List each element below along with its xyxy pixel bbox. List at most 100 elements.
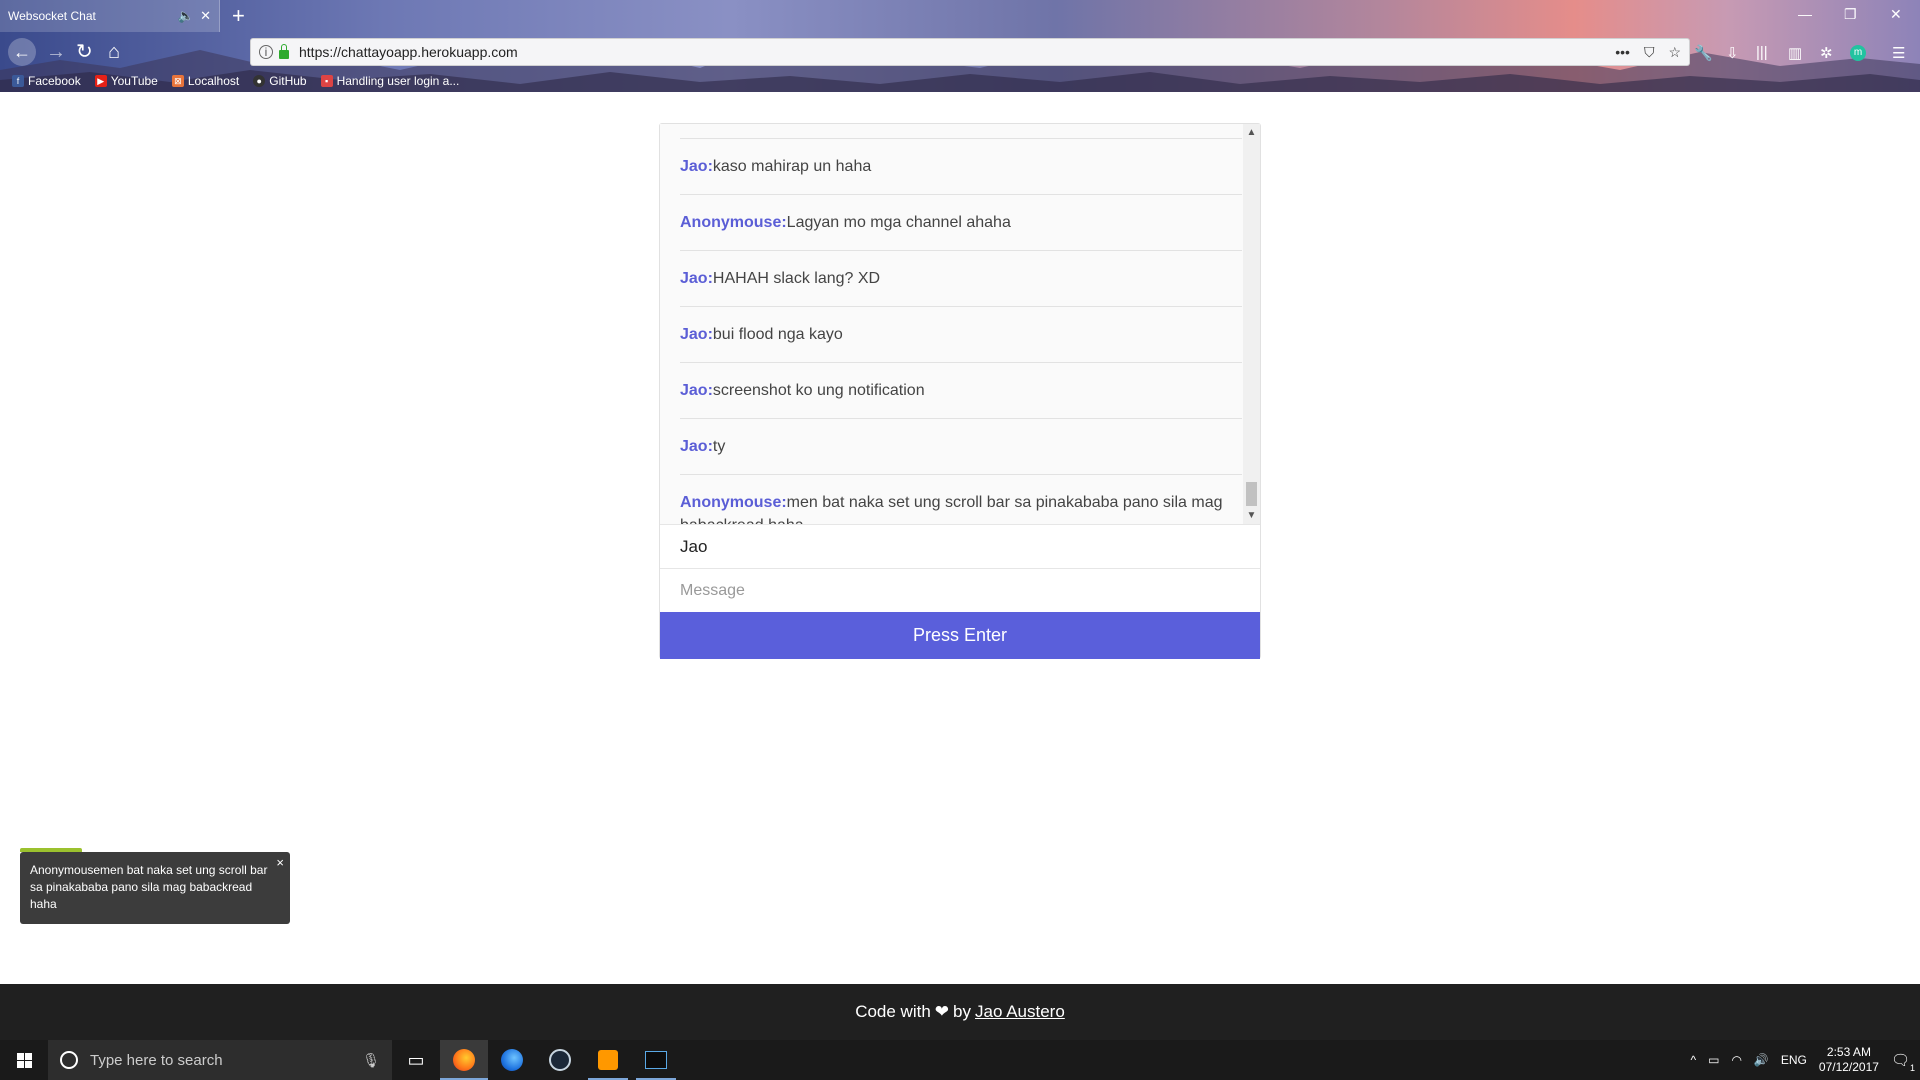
message-input[interactable]: Message [660,568,1260,612]
name-input[interactable]: Jao [660,524,1260,568]
close-window-icon[interactable]: ✕ [1890,6,1902,23]
terminal-taskbar-icon[interactable] [632,1040,680,1080]
taskbar-search[interactable]: Type here to search 🎙 [48,1040,392,1080]
firefox-dev-taskbar-icon[interactable] [488,1040,536,1080]
volume-icon[interactable]: 🔊 [1754,1053,1769,1067]
system-tray: ^ ▭ ◠ 🔊 ENG 2:53 AM 07/12/2017 🗨 1 [1690,1040,1920,1080]
scrollbar-thumb[interactable] [1246,482,1257,506]
localhost-icon: ⊠ [171,75,184,87]
restore-icon[interactable]: ❐ [1844,6,1857,23]
bookmark-facebook[interactable]: f Facebook [12,74,81,88]
notification-text: Anonymousemen bat naka set ung scroll ba… [30,863,268,911]
heart-icon: ❤ [934,1002,950,1021]
message-text: bui flood nga kayo [712,326,843,343]
sublime-taskbar-icon[interactable] [584,1040,632,1080]
message-text: Lagyan mo mga channel ahaha [786,214,1011,231]
message-text: screenshot ko ung notification [712,382,925,399]
send-button[interactable]: Press Enter [660,612,1260,659]
message-item: Anonymouse:Lagyan mo mga channel ahaha [680,194,1242,250]
bookmark-label: YouTube [110,74,158,88]
message-text: HAHAH slack lang? XD [712,270,881,287]
bookmark-label: Facebook [28,74,81,88]
extension-icon[interactable]: ✲ [1820,44,1833,62]
action-center-icon[interactable]: 🗨 1 [1891,1051,1915,1073]
sidebar-icon[interactable]: ▥ [1788,44,1802,62]
clock[interactable]: 2:53 AM 07/12/2017 [1819,1045,1879,1075]
clock-date: 07/12/2017 [1818,1060,1879,1074]
github-icon: ● [253,75,266,87]
close-tab-icon[interactable]: ✕ [200,8,211,24]
account-icon[interactable]: m [1850,45,1866,61]
message-sender: Jao: [680,382,713,399]
bookmark-label: GitHub [269,74,307,88]
bookmark-star-icon[interactable]: ☆ [1668,44,1681,61]
message-text: kaso mahirap un haha [712,158,872,175]
message-sender: Jao: [680,326,713,343]
url-bar[interactable]: i https://chattayoapp.herokuapp.com ••• … [250,38,1690,66]
bookmark-handling-user-login[interactable]: ▪ Handling user login a... [320,74,459,88]
minimize-icon[interactable]: — [1798,6,1812,22]
message-sender: Jao: [680,270,713,287]
library-icon[interactable]: ||| [1756,44,1768,61]
bookmark-label: Localhost [187,74,240,88]
author-link[interactable]: Jao Austero [975,1002,1065,1022]
wifi-icon[interactable]: ◠ [1731,1053,1741,1067]
message-item: Jao:ty [680,418,1242,474]
browser-chrome: Websocket Chat 🔈 ✕ + — ❐ ✕ ← → ↻ ⌂ i htt… [0,0,1920,92]
new-tab-button[interactable]: + [232,4,245,28]
page-content: Jao:kaso mahirap un haha Anonymouse:Lagy… [0,92,1920,984]
bookmark-localhost[interactable]: ⊠ Localhost [171,74,240,88]
message-sender: Anonymouse: [680,214,787,231]
speaker-icon[interactable]: 🔈 [178,8,194,24]
message-items: Jao:kaso mahirap un haha Anonymouse:Lagy… [680,138,1242,524]
notification-accent [20,848,82,852]
site-info-icon[interactable]: i [259,45,273,59]
message-scrollbar[interactable]: ▲ ▼ [1243,124,1260,524]
tab-title: Websocket Chat [8,9,96,23]
footer-prefix: Code with [855,1002,931,1021]
microphone-icon[interactable]: 🎙 [362,1052,380,1069]
message-item: Jao:screenshot ko ung notification [680,362,1242,418]
bookmarks-bar: f Facebook ▶ YouTube ⊠ Localhost ● GitHu… [0,70,1920,92]
message-item: Jao:HAHAH slack lang? XD [680,250,1242,306]
cortana-icon [60,1051,78,1069]
message-sender: Jao: [680,158,713,175]
wrench-icon[interactable]: 🔧 [1694,44,1713,62]
battery-icon[interactable]: ▭ [1708,1053,1719,1067]
start-button[interactable] [0,1040,48,1080]
tray-expand-icon[interactable]: ^ [1690,1053,1696,1067]
bookmark-youtube[interactable]: ▶ YouTube [94,74,158,88]
scroll-down-icon[interactable]: ▼ [1243,507,1260,524]
page-actions-icon[interactable]: ••• [1615,44,1630,61]
message-item: Anonymouse:men bat naka set ung scroll b… [680,474,1242,524]
pocket-icon[interactable]: ⛉ [1644,44,1655,61]
message-text: ty [712,438,726,455]
scroll-up-icon[interactable]: ▲ [1243,124,1260,141]
home-button[interactable]: ⌂ [108,40,120,64]
forward-button[interactable]: → [46,40,66,64]
download-icon[interactable]: ⇩ [1726,44,1739,62]
message-sender: Jao: [680,438,713,455]
task-view-icon[interactable]: ▭ [392,1040,440,1080]
lock-icon [279,43,289,59]
navigation-bar: ← → ↻ ⌂ i https://chattayoapp.herokuapp.… [0,36,1920,68]
back-button[interactable]: ← [8,38,36,66]
reload-button[interactable]: ↻ [76,40,93,64]
notification-toast[interactable]: × Anonymousemen bat naka set ung scroll … [20,848,290,924]
message-sender: Anonymouse: [680,494,787,511]
notification-count-badge: 1 [1909,1063,1915,1073]
message-item: Jao:bui flood nga kayo [680,306,1242,362]
steam-taskbar-icon[interactable] [536,1040,584,1080]
taskbar: Type here to search 🎙 ▭ ^ ▭ ◠ 🔊 ENG 2:53… [0,1040,1920,1080]
search-placeholder: Type here to search [90,1051,223,1069]
bookmark-github[interactable]: ● GitHub [253,74,307,88]
browser-tab[interactable]: Websocket Chat 🔈 ✕ [0,0,220,32]
firefox-taskbar-icon[interactable] [440,1040,488,1080]
language-indicator[interactable]: ENG [1781,1053,1807,1067]
facebook-icon: f [12,75,24,87]
menu-icon[interactable]: ☰ [1892,44,1905,62]
close-notification-icon[interactable]: × [276,854,284,871]
message-list[interactable]: Jao:kaso mahirap un haha Anonymouse:Lagy… [660,124,1260,524]
page-footer: Code with ❤ by Jao Austero [0,984,1920,1040]
url-text[interactable]: https://chattayoapp.herokuapp.com [299,44,1615,60]
